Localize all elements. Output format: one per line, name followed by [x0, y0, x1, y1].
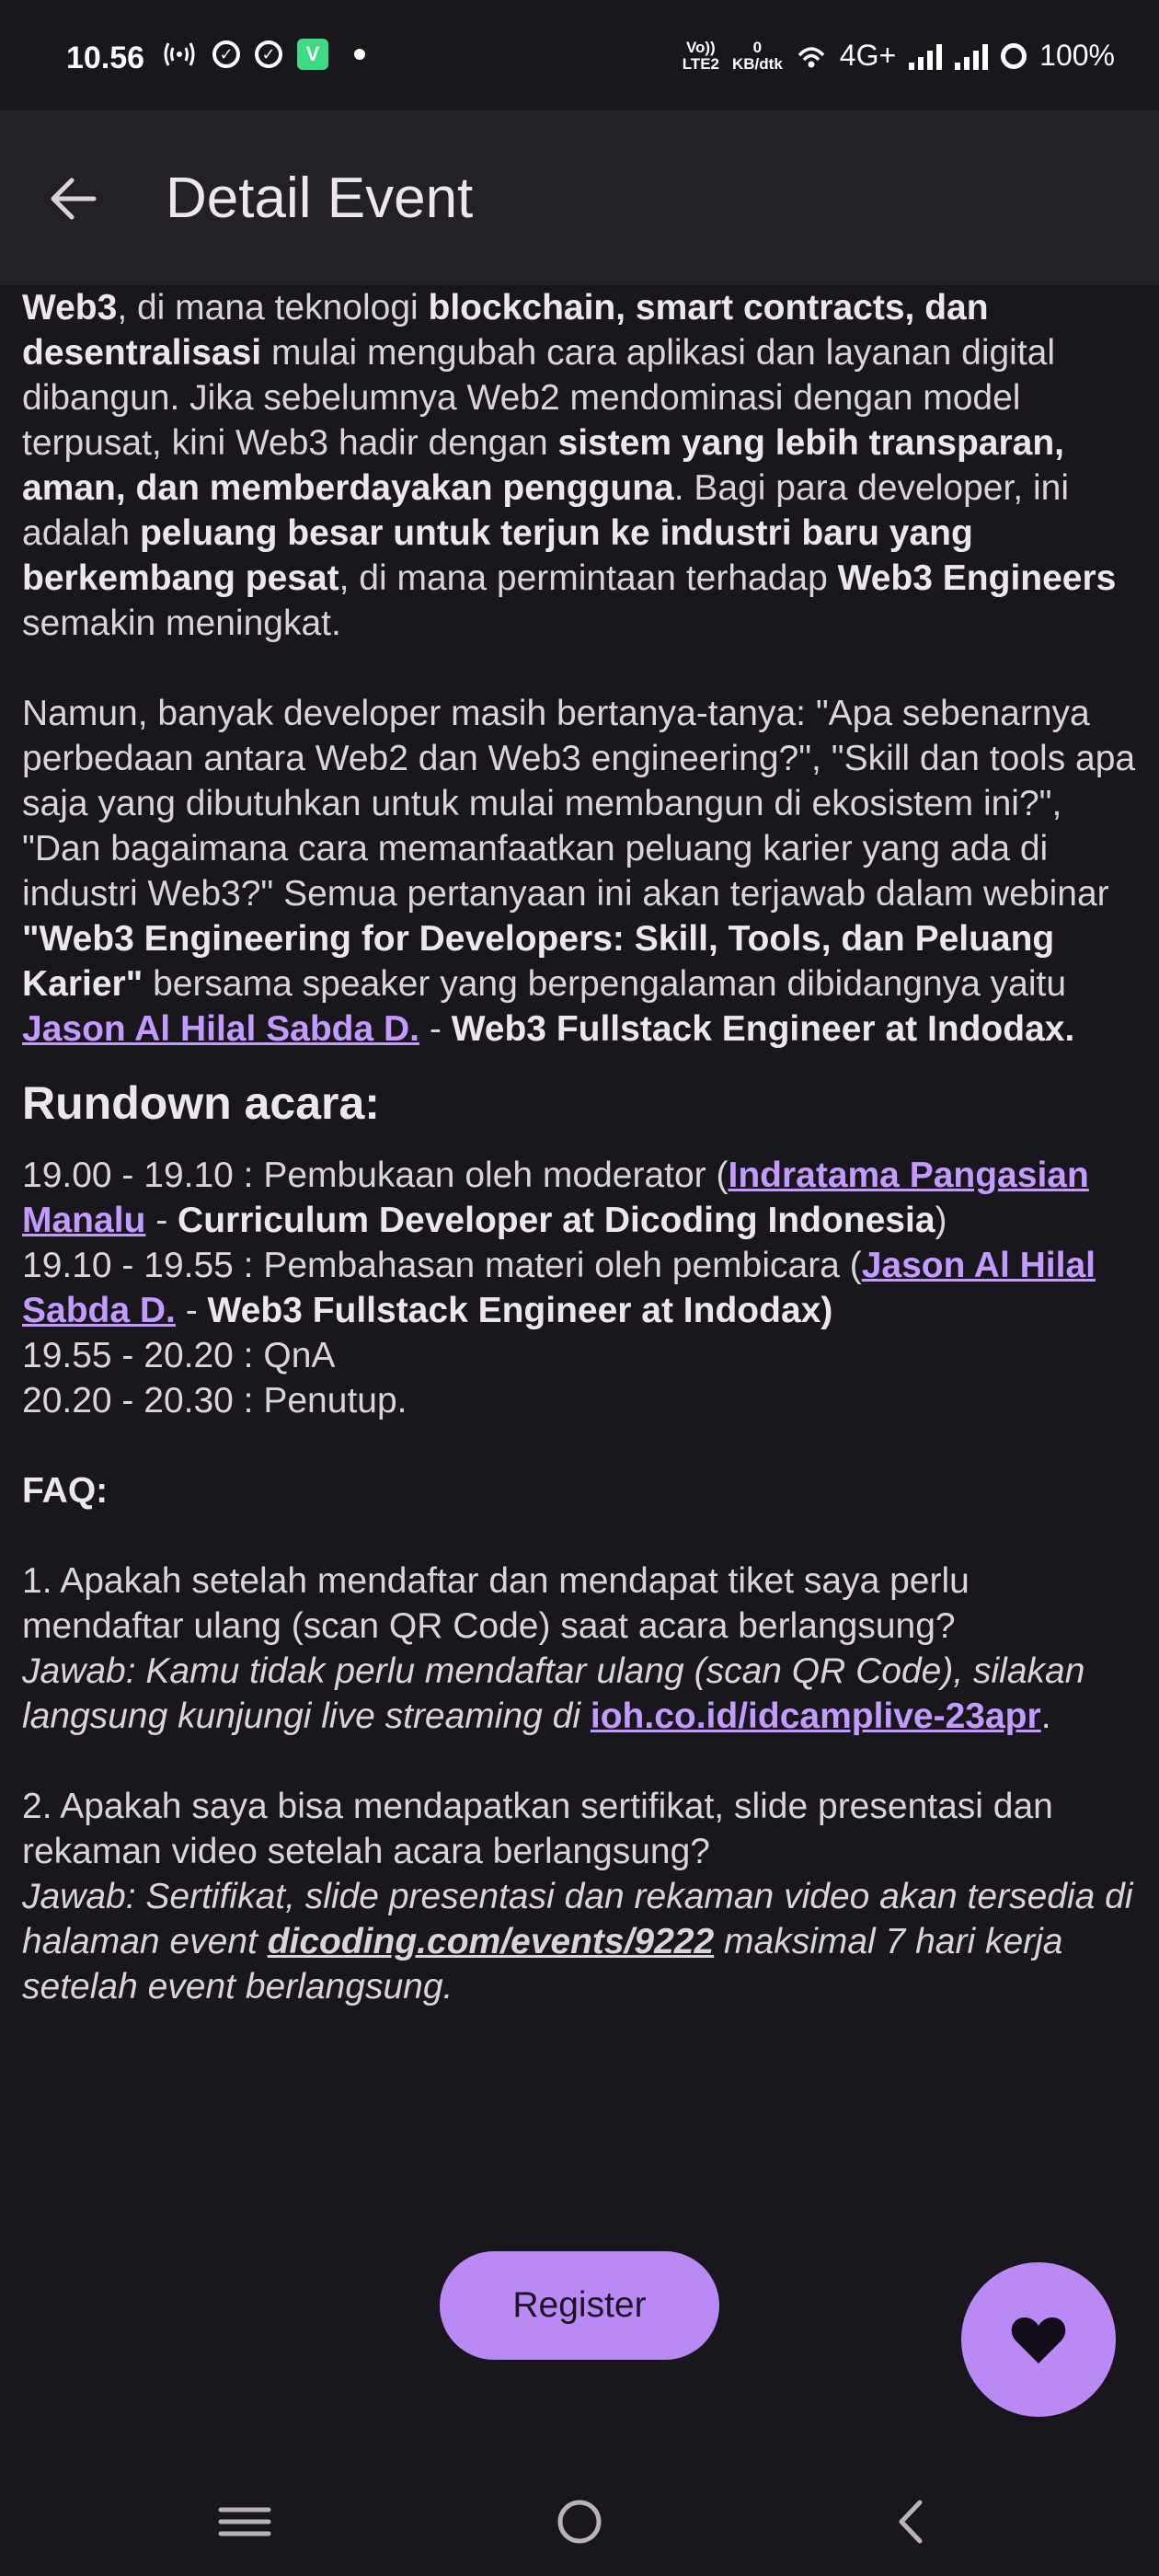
status-bar: 10.56 ✓ ✓ V Vo)) LTE2 0 KB/dtk 4G+ 100% [0, 0, 1159, 110]
home-circle-icon [557, 2500, 602, 2544]
heart-icon [1011, 2317, 1066, 2363]
description-text-after: bersama speaker yang berpengalaman dibid… [143, 964, 1067, 1004]
favorite-button[interactable] [961, 2262, 1116, 2417]
speaker-link[interactable]: Jason Al Hilal Sabda D. [22, 1009, 419, 1049]
system-back-button[interactable] [876, 2490, 949, 2554]
check-circle-icon: ✓ [212, 40, 240, 68]
battery-icon [1001, 42, 1027, 69]
menu-icon [218, 2507, 271, 2536]
faq-heading: FAQ: [22, 1471, 109, 1511]
chevron-left-icon [899, 2500, 923, 2544]
intro-paragraph: Web3, di mana teknologi blockchain, smar… [22, 288, 1117, 643]
volte-indicator: Vo)) LTE2 [682, 38, 719, 73]
navigation-bar [0, 2456, 1159, 2576]
hotspot-icon [164, 42, 195, 66]
vpn-app-icon: V [297, 39, 328, 70]
rundown-heading: Rundown acara: [22, 1077, 380, 1129]
streaming-link[interactable]: ioh.co.id/idcamplive-23apr [591, 1696, 1041, 1736]
system-indicators: Vo)) LTE2 0 KB/dtk 4G+ 100% [683, 39, 1115, 73]
description-paragraph: Namun, banyak developer masih bertanya-t… [22, 694, 1136, 1049]
notification-icons: ✓ ✓ V [161, 39, 365, 70]
rundown-item: 19.10 - 19.55 : Pembahasan materi oleh p… [22, 1246, 1096, 1330]
network-type: 4G+ [839, 39, 897, 72]
recents-button[interactable] [208, 2490, 281, 2554]
battery-level: 100% [1039, 39, 1115, 72]
register-button[interactable]: Register [440, 2251, 719, 2360]
event-description: Web3, di mana teknologi blockchain, smar… [22, 285, 1137, 2009]
faq-answer: Jawab: Kamu tidak perlu mendaftar ulang … [22, 1651, 1085, 1736]
speaker-role: Web3 Fullstack Engineer at Indodax. [451, 1009, 1075, 1049]
rundown-item: 19.55 - 20.20 : QnA [22, 1336, 336, 1375]
rundown-item: 19.00 - 19.10 : Pembukaan oleh moderator… [22, 1156, 1089, 1240]
faq-question: 1. Apakah setelah mendaftar dan mendapat… [22, 1561, 970, 1646]
home-button[interactable] [543, 2490, 616, 2554]
rundown-item: 20.20 - 20.30 : Penutup. [22, 1381, 407, 1420]
wifi-icon [798, 46, 825, 67]
arrow-left-icon [51, 178, 97, 220]
faq-question: 2. Apakah saya bisa mendapatkan sertifik… [22, 1787, 1053, 1871]
event-page-link[interactable]: dicoding.com/events/9222 [268, 1922, 715, 1961]
page-title: Detail Event [166, 167, 474, 230]
signal-icon-2 [955, 42, 989, 70]
faq-answer: Jawab: Sertifikat, slide presentasi dan … [22, 1877, 1133, 2007]
network-speed: 0 KB/dtk [732, 38, 783, 73]
signal-icon [909, 42, 943, 70]
status-time: 10.56 [66, 40, 145, 75]
back-button[interactable] [46, 173, 101, 224]
check-circle-icon-2: ✓ [255, 40, 282, 68]
app-bar: Detail Event [0, 110, 1159, 285]
description-text: Namun, banyak developer masih bertanya-t… [22, 694, 1136, 914]
more-notifications-dot-icon [354, 49, 365, 60]
